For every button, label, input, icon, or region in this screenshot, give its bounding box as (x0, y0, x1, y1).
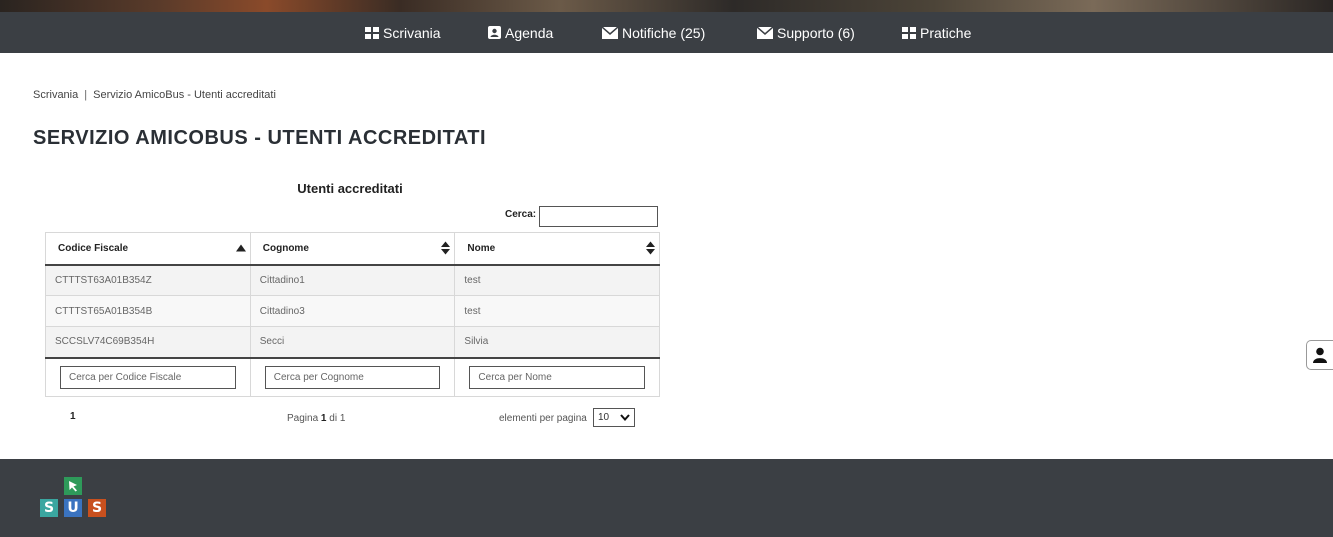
nav-item-pratiche[interactable]: Pratiche (902, 12, 971, 53)
nav-item-agenda[interactable]: Agenda (488, 12, 553, 53)
header-banner-image (0, 0, 1333, 12)
cell-nome: test (454, 295, 660, 327)
breadcrumb-home-link[interactable]: Scrivania (33, 89, 78, 101)
table-row[interactable]: CTTTST63A01B354Z Cittadino1 test (45, 264, 660, 296)
grid-icon (902, 26, 916, 39)
envelope-icon (602, 26, 618, 39)
filter-cognome-input[interactable] (264, 365, 441, 389)
cell-cognome: Secci (249, 326, 456, 358)
table-caption: Utenti accreditati (297, 181, 403, 196)
cell-nome: test (454, 264, 660, 296)
cell-codice-fiscale: CTTTST65A01B354B (45, 295, 251, 327)
nav-item-label: Agenda (505, 24, 554, 41)
table-row[interactable]: SCCSLV74C69B354H Secci Silvia (45, 326, 660, 358)
column-header-nome[interactable]: Nome (454, 232, 660, 266)
filter-cell (45, 356, 251, 397)
page-title: SERVIZIO AMICOBUS - UTENTI ACCREDITATI (33, 127, 487, 149)
nav-item-label: Scrivania (383, 24, 441, 41)
nav-item-label: Notifiche (25) (622, 24, 706, 41)
filter-codice-fiscale-input[interactable] (60, 365, 236, 389)
nav-item-label: Supporto (6) (777, 24, 855, 41)
pagination-current-page: 1 (320, 413, 327, 424)
search-input[interactable] (539, 206, 658, 227)
breadcrumb-current: Servizio AmicoBus - Utenti accreditati (93, 89, 276, 101)
pagination-total-pages: 1 (339, 413, 346, 424)
pagination-info-prefix: Pagina (287, 413, 319, 424)
users-table: Codice Fiscale Cognome Nome CTTTST63A01B… (45, 232, 660, 397)
grid-icon (365, 26, 379, 39)
pagination-page-1[interactable]: 1 (70, 411, 76, 422)
nav-item-supporto[interactable]: Supporto (6) (757, 12, 855, 53)
per-page-select[interactable]: 10 (593, 408, 635, 427)
user-icon (1313, 347, 1327, 363)
envelope-icon (757, 26, 773, 39)
logo-letter-s: S (40, 499, 58, 517)
pagination-info: Pagina 1 di 1 (287, 413, 345, 424)
sort-both-icon (441, 241, 451, 255)
column-header-cognome[interactable]: Cognome (249, 232, 456, 266)
column-header-label: Nome (467, 242, 496, 254)
search-label: Cerca: (505, 209, 537, 220)
pagination-info-middle: di (329, 413, 338, 424)
footer: S U S (0, 459, 1333, 537)
nav-item-notifiche[interactable]: Notifiche (25) (602, 12, 705, 53)
cell-codice-fiscale: SCCSLV74C69B354H (45, 326, 251, 358)
per-page-value: 10 (598, 412, 610, 423)
nav-item-label: Pratiche (920, 24, 972, 41)
table-row[interactable]: CTTTST65A01B354B Cittadino3 test (45, 295, 660, 327)
logo-letter-s: S (88, 499, 106, 517)
accessibility-widget-button[interactable] (1306, 340, 1333, 370)
chevron-down-icon (620, 414, 630, 421)
nav-item-scrivania[interactable]: Scrivania (365, 12, 441, 53)
column-header-codice-fiscale[interactable]: Codice Fiscale (45, 232, 251, 266)
filter-nome-input[interactable] (469, 365, 645, 389)
filter-cell (454, 356, 660, 397)
breadcrumb: Scrivania | Servizio AmicoBus - Utenti acc… (33, 89, 276, 101)
cell-nome: Silvia (454, 326, 660, 358)
column-header-label: Codice Fiscale (58, 242, 129, 254)
cell-cognome: Cittadino3 (249, 295, 456, 327)
sort-ascending-icon (235, 244, 246, 252)
sort-both-icon (646, 241, 655, 255)
cell-cognome: Cittadino1 (249, 264, 456, 296)
column-header-label: Cognome (262, 242, 309, 254)
filter-row (45, 356, 660, 397)
cursor-icon (64, 477, 82, 495)
sus-logo: S U S (40, 477, 106, 525)
per-page-label: elementi per pagina (499, 413, 587, 424)
filter-cell (249, 356, 456, 397)
top-navigation: Scrivania Agenda Notifiche (25) Supporto… (0, 12, 1333, 53)
contact-book-icon (488, 26, 501, 39)
table-header-row: Codice Fiscale Cognome Nome (45, 232, 660, 266)
breadcrumb-separator: | (84, 89, 88, 101)
cell-codice-fiscale: CTTTST63A01B354Z (45, 264, 251, 296)
logo-letter-u: U (64, 499, 82, 517)
